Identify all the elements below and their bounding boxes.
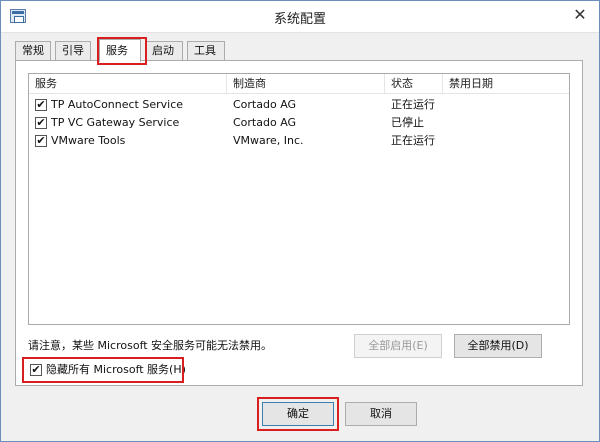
- cancel-button[interactable]: 取消: [345, 402, 417, 426]
- services-panel: 服务 制造商 状态 禁用日期 ✔ TP AutoConnect Service …: [15, 60, 583, 386]
- service-disabled-date: [449, 96, 567, 114]
- column-header-disabled-date[interactable]: 禁用日期: [443, 74, 569, 94]
- window-title: 系统配置: [273, 12, 326, 27]
- tab-services[interactable]: 服务: [99, 39, 141, 62]
- table-row[interactable]: ✔ VMware Tools VMware, Inc. 正在运行: [29, 132, 569, 150]
- service-manufacturer: VMware, Inc.: [233, 134, 304, 147]
- column-header-service[interactable]: 服务: [29, 74, 227, 94]
- column-header-manufacturer[interactable]: 制造商: [227, 74, 385, 94]
- service-manufacturer: Cortado AG: [233, 98, 297, 111]
- column-header-status[interactable]: 状态: [385, 74, 443, 94]
- ok-button[interactable]: 确定: [262, 402, 334, 426]
- row-checkbox[interactable]: ✔: [35, 135, 47, 147]
- table-row[interactable]: ✔ TP AutoConnect Service Cortado AG 正在运行: [29, 96, 569, 114]
- tab-general[interactable]: 常规: [15, 41, 51, 61]
- table-row[interactable]: ✔ TP VC Gateway Service Cortado AG 已停止: [29, 114, 569, 132]
- service-name: TP AutoConnect Service: [51, 98, 184, 111]
- tab-startup[interactable]: 启动: [145, 41, 183, 61]
- row-checkbox[interactable]: ✔: [35, 117, 47, 129]
- row-checkbox[interactable]: ✔: [35, 99, 47, 111]
- enable-all-button[interactable]: 全部启用(E): [354, 334, 442, 358]
- title-bar: 系统配置 ✕: [1, 1, 599, 33]
- disable-all-button[interactable]: 全部禁用(D): [454, 334, 542, 358]
- hide-microsoft-services-label[interactable]: 隐藏所有 Microsoft 服务(H): [46, 361, 206, 379]
- services-list[interactable]: 服务 制造商 状态 禁用日期 ✔ TP AutoConnect Service …: [28, 73, 570, 325]
- close-icon[interactable]: ✕: [569, 5, 591, 25]
- service-manufacturer: Cortado AG: [233, 116, 297, 129]
- hide-microsoft-services-checkbox[interactable]: ✔: [30, 364, 42, 376]
- service-disabled-date: [449, 132, 567, 150]
- dialog-button-row: 确定 取消: [1, 397, 599, 431]
- tab-tools[interactable]: 工具: [187, 41, 225, 61]
- service-status: 正在运行: [391, 98, 435, 111]
- service-name: TP VC Gateway Service: [51, 116, 180, 129]
- services-list-header: 服务 制造商 状态 禁用日期: [29, 74, 569, 94]
- service-status: 已停止: [391, 116, 424, 129]
- tab-boot[interactable]: 引导: [55, 41, 91, 61]
- service-status: 正在运行: [391, 134, 435, 147]
- microsoft-services-note: 请注意，某些 Microsoft 安全服务可能无法禁用。: [28, 339, 273, 352]
- service-disabled-date: [449, 114, 567, 132]
- system-config-window: 系统配置 ✕ 常规 引导 服务 启动 工具 服务 制造商 状态 禁用日期 ✔ T…: [0, 0, 600, 442]
- service-name: VMware Tools: [51, 134, 126, 147]
